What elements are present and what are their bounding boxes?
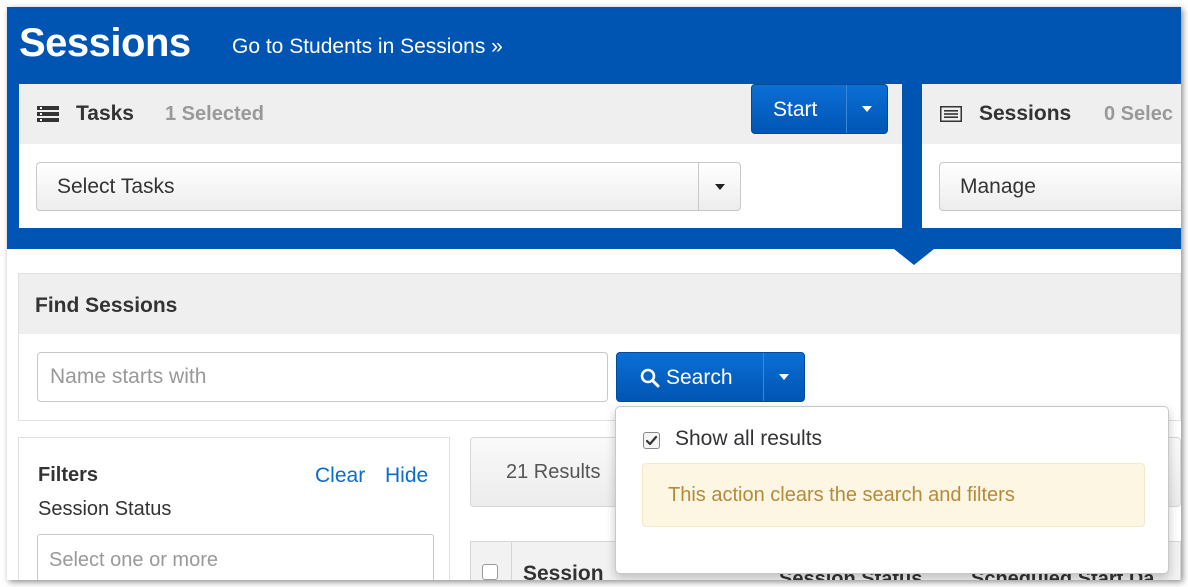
select-tasks-dropdown[interactable]: Select Tasks (36, 162, 741, 211)
chevron-down-icon (715, 184, 725, 190)
hide-filters-link[interactable]: Hide (385, 464, 428, 488)
select-tasks-value: Select Tasks (57, 175, 175, 198)
sessions-selected-count: 0 Selec (1104, 103, 1173, 125)
tasks-list-icon (37, 106, 59, 122)
checkmark-icon (645, 435, 658, 446)
search-icon (640, 368, 660, 388)
find-sessions-title: Find Sessions (35, 294, 178, 317)
session-status-label: Session Status (38, 498, 172, 520)
select-all-checkbox[interactable] (482, 564, 498, 580)
search-button-label: Search (666, 366, 733, 389)
sessions-label: Sessions (979, 102, 1072, 125)
tasks-label: Tasks (76, 102, 134, 125)
session-status-multiselect[interactable]: Select one or more (37, 534, 434, 580)
start-split-button[interactable]: Start (751, 84, 888, 134)
go-to-students-link[interactable]: Go to Students in Sessions » (232, 35, 503, 59)
tasks-panel: Tasks 1 Selected Select Tasks Start (19, 84, 902, 228)
tasks-selected-count: 1 Selected (165, 103, 264, 125)
results-count: 21 Results (506, 461, 601, 483)
sessions-panel-header: Sessions 0 Selec (922, 84, 1181, 144)
search-split-button[interactable]: Search (616, 352, 805, 402)
sessions-list-icon (940, 106, 962, 122)
header-bar: Sessions Go to Students in Sessions » Ta… (7, 7, 1181, 249)
clear-filters-link[interactable]: Clear (315, 464, 365, 488)
show-all-results-checkbox[interactable] (643, 432, 660, 449)
start-dropdown-caret-icon[interactable] (862, 106, 872, 112)
find-sessions-header: Find Sessions (19, 274, 1180, 334)
sessions-panel: Sessions 0 Selec Manage (922, 84, 1181, 228)
find-sessions-panel: Find Sessions Search (18, 273, 1181, 421)
clear-search-warning: This action clears the search and filter… (642, 463, 1145, 527)
app-window: Sessions Go to Students in Sessions » Ta… (7, 7, 1181, 580)
column-header-session[interactable]: Session (523, 562, 604, 580)
panel-pointer-arrow (894, 249, 934, 265)
filters-title: Filters (38, 464, 99, 486)
search-options-caret-icon[interactable] (779, 374, 789, 380)
show-all-results-label[interactable]: Show all results (675, 427, 822, 451)
clear-search-warning-text: This action clears the search and filter… (668, 484, 1015, 506)
search-options-dropdown: Show all results This action clears the … (615, 406, 1169, 574)
name-search-input[interactable] (37, 352, 608, 402)
start-button-label: Start (773, 98, 818, 121)
manage-value: Manage (960, 175, 1036, 198)
page-title: Sessions (19, 21, 191, 65)
manage-dropdown[interactable]: Manage (939, 162, 1181, 211)
filters-panel: Filters Clear Hide Session Status Select… (18, 437, 450, 580)
select-tasks-toggle[interactable] (698, 163, 740, 210)
